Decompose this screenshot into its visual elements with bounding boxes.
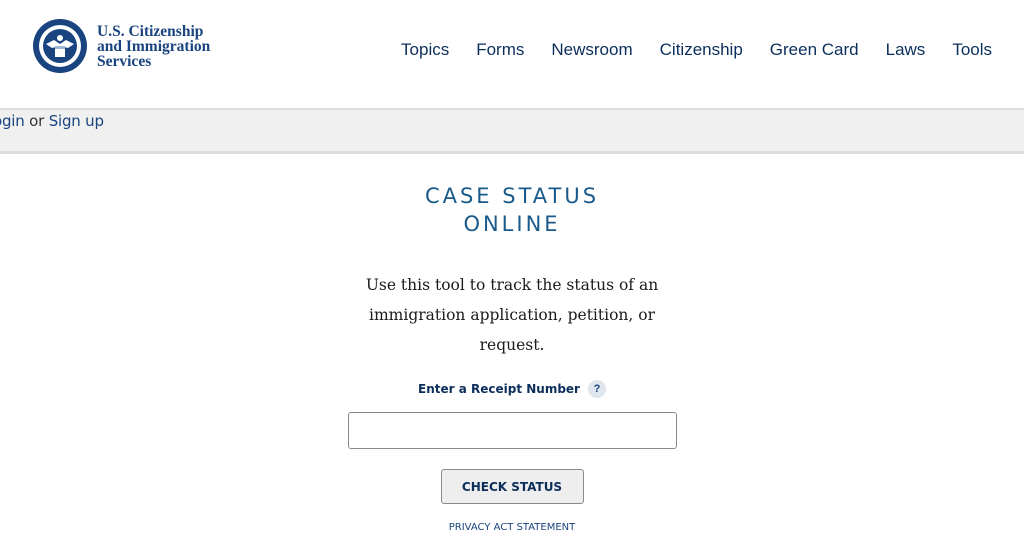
help-icon[interactable]: ? bbox=[587, 380, 606, 398]
page-title-line-2: ONLINE bbox=[463, 212, 561, 236]
login-link[interactable]: ogin bbox=[0, 112, 25, 130]
page-title-line-1: CASE STATUS bbox=[424, 184, 600, 208]
agency-line-3: Services bbox=[97, 53, 152, 70]
receipt-number-input[interactable] bbox=[347, 412, 677, 449]
receipt-number-label: Enter a Receipt Number bbox=[418, 382, 580, 396]
nav-laws[interactable]: Laws bbox=[886, 40, 926, 60]
receipt-label-row: Enter a Receipt Number ? bbox=[0, 380, 1024, 398]
nav-green-card[interactable]: Green Card bbox=[770, 40, 859, 60]
nav-newsroom[interactable]: Newsroom bbox=[551, 40, 632, 60]
page-title: CASE STATUS ONLINE bbox=[0, 182, 1024, 238]
nav-citizenship[interactable]: Citizenship bbox=[660, 40, 743, 60]
agency-line-1: U.S. Citizenship bbox=[97, 23, 204, 40]
agency-line-2: and Immigration bbox=[97, 38, 211, 55]
tool-description: Use this tool to track the status of an … bbox=[365, 276, 659, 354]
agency-name: U.S. Citizenship and Immigration Service… bbox=[97, 23, 211, 70]
check-status-button[interactable]: CHECK STATUS bbox=[440, 469, 584, 504]
signup-link[interactable]: Sign up bbox=[49, 112, 104, 130]
account-links: ogin or Sign up bbox=[0, 112, 104, 130]
privacy-act-link[interactable]: PRIVACY ACT STATEMENT bbox=[449, 522, 576, 533]
nav-tools[interactable]: Tools bbox=[952, 40, 992, 60]
case-status-panel: CASE STATUS ONLINE Use this tool to trac… bbox=[0, 154, 1024, 535]
site-header: U.S. Citizenship and Immigration Service… bbox=[0, 0, 1024, 108]
dhs-seal-icon bbox=[33, 19, 87, 73]
or-text: or bbox=[29, 112, 45, 130]
main-nav: Topics Forms Newsroom Citizenship Green … bbox=[401, 40, 992, 60]
uscis-logo[interactable]: U.S. Citizenship and Immigration Service… bbox=[32, 18, 232, 78]
nav-forms[interactable]: Forms bbox=[476, 40, 524, 60]
nav-topics[interactable]: Topics bbox=[401, 40, 449, 60]
account-bar: ogin or Sign up bbox=[0, 108, 1024, 154]
